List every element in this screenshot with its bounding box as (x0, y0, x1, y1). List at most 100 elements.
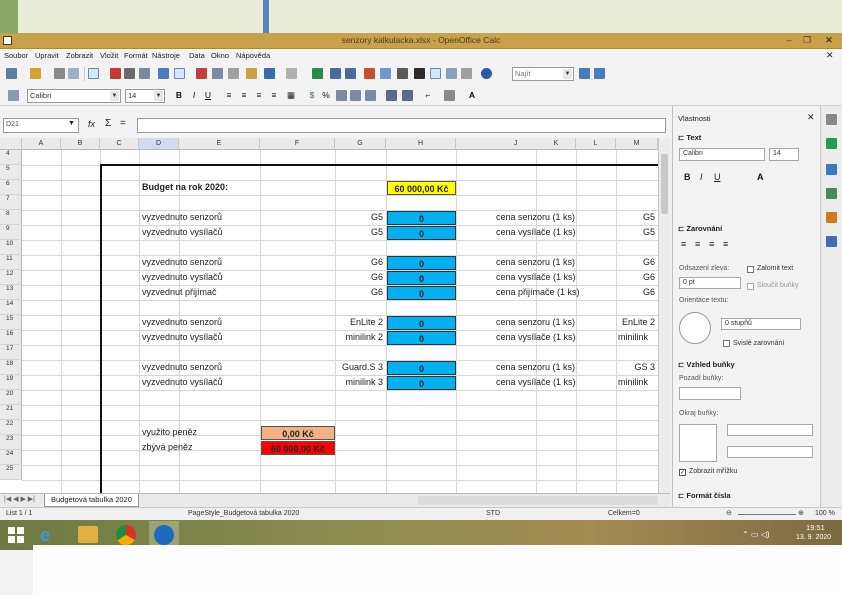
merge-cells-icon[interactable]: ▦ (285, 89, 297, 102)
menu-tools[interactable]: Nástroje (152, 51, 180, 60)
row-header[interactable]: 21 (0, 405, 22, 420)
horizontal-scrollbar[interactable] (418, 496, 658, 505)
cut-icon[interactable] (196, 68, 207, 79)
row12-value[interactable]: 0 (387, 271, 456, 285)
row18-value[interactable]: 0 (387, 361, 456, 375)
column-header[interactable]: D (139, 138, 179, 150)
zoom-level[interactable]: 100 % (815, 510, 835, 517)
close-icon[interactable]: ✕ (822, 34, 836, 47)
menu-view[interactable]: Zobrazit (66, 51, 93, 60)
hyperlink-icon[interactable] (312, 68, 323, 79)
column-header[interactable]: C (100, 138, 139, 150)
zoom-icon[interactable] (461, 68, 472, 79)
indent-input[interactable]: 0 pt (679, 277, 741, 289)
menu-edit[interactable]: Upravit (35, 51, 59, 60)
file-explorer-icon[interactable] (78, 526, 98, 543)
row-header[interactable]: 13 (0, 285, 22, 300)
gallery-deck-icon[interactable] (826, 188, 837, 199)
column-header[interactable]: E (179, 138, 260, 150)
row13-value[interactable]: 0 (387, 286, 456, 300)
row-header[interactable]: 17 (0, 345, 22, 360)
paste-icon[interactable] (228, 68, 239, 79)
text-section-header[interactable]: ⊏ Text (678, 133, 701, 142)
selection-mode[interactable]: STD (486, 510, 500, 517)
find-next-icon[interactable] (579, 68, 590, 79)
sidebar-close-icon[interactable]: ✕ (807, 112, 815, 123)
function-icon[interactable]: = (120, 118, 126, 129)
row19-value[interactable]: 0 (387, 376, 456, 390)
row-header[interactable]: 20 (0, 390, 22, 405)
sort-descending-icon[interactable] (345, 68, 356, 79)
column-header[interactable]: K (536, 138, 576, 150)
row-header[interactable]: 23 (0, 435, 22, 450)
row-header[interactable]: 18 (0, 360, 22, 375)
navigator-deck-icon[interactable] (826, 212, 837, 223)
italic-button[interactable]: I (188, 89, 200, 102)
find-input[interactable]: Najít ▼ (512, 67, 574, 81)
maximize-icon[interactable]: ❐ (800, 34, 814, 47)
gallery-icon[interactable] (446, 68, 457, 79)
sidebar-menu-icon[interactable] (826, 114, 837, 125)
redo-icon[interactable] (286, 68, 297, 79)
clock-time[interactable]: 19:51 (806, 523, 825, 532)
row9-value[interactable]: 0 (387, 226, 456, 240)
alignment-section-header[interactable]: ⊏ Zarovnání (678, 224, 722, 233)
row-header[interactable]: 11 (0, 255, 22, 270)
align-center-icon[interactable]: ≡ (238, 89, 250, 102)
scrollbar-thumb[interactable] (661, 154, 668, 214)
delete-decimal-icon[interactable] (365, 90, 376, 101)
sidebar-justify-icon[interactable]: ≡ (723, 239, 728, 249)
row15-value[interactable]: 0 (387, 316, 456, 330)
merge-cells-checkbox[interactable] (747, 283, 754, 290)
menu-window[interactable]: Okno (211, 51, 229, 60)
tab-first-icon[interactable]: |◀ ◀ ▶ ▶| (4, 495, 35, 503)
menu-insert[interactable]: Vložit (100, 51, 118, 60)
cell-border-picker[interactable] (679, 424, 717, 462)
pivot-table-icon[interactable] (380, 68, 391, 79)
wrap-text-checkbox[interactable] (747, 266, 754, 273)
functions-deck-icon[interactable] (826, 236, 837, 247)
row-header[interactable]: 5 (0, 165, 22, 180)
email-icon[interactable] (68, 68, 79, 79)
increase-indent-icon[interactable] (402, 90, 413, 101)
styles-deck-icon[interactable] (826, 164, 837, 175)
zoom-out-icon[interactable]: ⊖ (726, 509, 732, 517)
save-icon[interactable] (54, 68, 65, 79)
chrome-icon[interactable] (116, 525, 136, 545)
font-size-combo[interactable]: 14 ▼ (125, 89, 165, 103)
cell-appearance-header[interactable]: ⊏ Vzhled buňky (678, 360, 735, 369)
row-header[interactable]: 8 (0, 210, 22, 225)
add-decimal-icon[interactable] (350, 90, 361, 101)
sum-icon[interactable]: Σ (105, 118, 111, 129)
select-all-corner[interactable] (0, 138, 22, 150)
spellcheck-icon[interactable] (158, 68, 169, 79)
currency-format-icon[interactable]: $ (306, 89, 318, 102)
sheet-tab[interactable]: Budgetová tabulka 2020 (44, 494, 139, 507)
budget-value[interactable]: 60 000,00 Kč (387, 181, 456, 195)
find-previous-icon[interactable] (594, 68, 605, 79)
row-header[interactable]: 12 (0, 270, 22, 285)
name-box-dropdown-icon[interactable]: ▼ (68, 120, 75, 127)
bold-button[interactable]: B (173, 89, 185, 102)
cell-background-picker[interactable] (679, 387, 741, 400)
clock-date[interactable]: 13. 9. 2020 (796, 534, 831, 541)
orientation-dial[interactable] (679, 312, 711, 344)
standard-format-icon[interactable] (336, 90, 347, 101)
menu-data[interactable]: Data (189, 51, 205, 60)
font-color-icon[interactable]: A (466, 89, 478, 102)
edit-file-icon[interactable] (88, 68, 99, 79)
sidebar-font-color-icon[interactable]: A (757, 172, 764, 182)
row-header[interactable]: 9 (0, 225, 22, 240)
line-color-picker[interactable] (727, 446, 813, 458)
internet-explorer-icon[interactable]: e (40, 525, 60, 545)
close-document-icon[interactable]: ✕ (826, 50, 834, 61)
underline-button[interactable]: U (202, 89, 214, 102)
autospellcheck-icon[interactable] (174, 68, 185, 79)
row-header[interactable]: 16 (0, 330, 22, 345)
percent-format-icon[interactable]: % (320, 89, 332, 102)
spreadsheet-grid[interactable]: A B C D E F G H J K L M 4 5 6 7 8 9 10 1… (0, 138, 658, 493)
sidebar-bold-button[interactable]: B (684, 172, 691, 182)
column-header[interactable]: G (335, 138, 386, 150)
function-wizard-icon[interactable]: fx (88, 119, 95, 129)
column-header[interactable]: B (61, 138, 100, 150)
